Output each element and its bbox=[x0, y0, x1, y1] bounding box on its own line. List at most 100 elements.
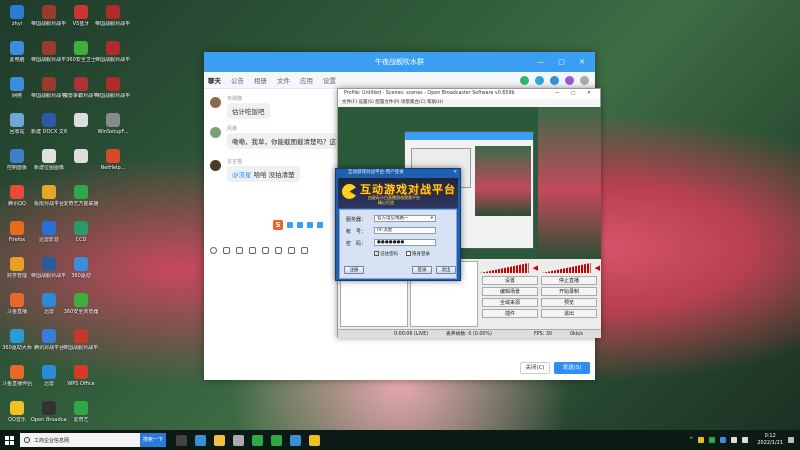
mention[interactable]: @流星 bbox=[232, 171, 252, 179]
game-login-dialog[interactable]: 互动游戏对战平台-用户登录 ✕ 互动游戏对战平台 由星际小白直播游戏视频平台 精… bbox=[335, 168, 461, 281]
taskbar-app-icon[interactable] bbox=[195, 434, 206, 446]
input-method-bar[interactable]: S bbox=[270, 219, 326, 231]
desktop-icon[interactable]: 网络 bbox=[0, 77, 35, 99]
desktop-icon[interactable]: 此电脑 bbox=[0, 41, 35, 63]
desktop-icon[interactable]: WPS Office bbox=[63, 365, 99, 387]
tab-files[interactable]: 文件 bbox=[277, 75, 290, 85]
desktop-icon[interactable]: 斗鱼直播伴侣 bbox=[0, 365, 35, 387]
desktop-icon[interactable]: WinSetupF... bbox=[95, 113, 131, 135]
desktop-icon[interactable]: zhyi bbox=[0, 5, 35, 27]
shake-icon[interactable] bbox=[275, 247, 282, 254]
mic-volume-meter[interactable] bbox=[480, 263, 529, 273]
phone-icon[interactable] bbox=[520, 75, 529, 85]
desktop-icon[interactable]: 帝国战舰对战平台 bbox=[31, 5, 67, 27]
desktop-icon[interactable]: Firefox bbox=[0, 221, 35, 243]
tab-notice[interactable]: 公告 bbox=[231, 75, 244, 85]
desktop-icon[interactable]: 腾讯QQ bbox=[0, 185, 35, 207]
tray-app-icon[interactable] bbox=[709, 437, 716, 443]
avatar[interactable] bbox=[210, 127, 221, 138]
tray-app-icon[interactable] bbox=[720, 437, 727, 443]
desktop-icon[interactable]: 迅雷 bbox=[31, 293, 67, 315]
speaker-icon[interactable]: ◀ bbox=[595, 263, 600, 273]
desktop-icon[interactable]: 迅雷影音 bbox=[31, 221, 67, 243]
more-icon[interactable] bbox=[301, 247, 308, 254]
qq-window-title[interactable]: 午夜战舰吹水群 — ▢ ✕ bbox=[204, 52, 595, 72]
preview-button[interactable]: 预览 bbox=[541, 298, 597, 307]
desktop-icon[interactable]: 帝国战舰对战平台5 bbox=[31, 41, 67, 63]
taskbar-app-icon[interactable] bbox=[214, 434, 225, 446]
obs-window-title[interactable]: Profile: Untitled - Scenes: scenes - Ope… bbox=[338, 89, 600, 99]
server-select[interactable]: 官方电信线路一 ▾ bbox=[374, 215, 436, 222]
desktop-icon[interactable]: 爱奇艺万能联播 bbox=[63, 185, 99, 207]
avatar[interactable] bbox=[210, 97, 221, 108]
desktop-icon[interactable]: 腾讯对战平台 bbox=[31, 329, 67, 351]
remember-password-checkbox[interactable]: ✓ 记住密码 bbox=[374, 251, 398, 257]
desktop-icon[interactable]: 360驱动大师 bbox=[0, 329, 35, 351]
ime-icon[interactable] bbox=[287, 222, 293, 228]
settings-button[interactable]: 设置 bbox=[482, 276, 538, 285]
window-controls[interactable]: — ▢ ✕ bbox=[555, 89, 596, 99]
desktop-icon[interactable]: 帝国战舰对战平台 bbox=[63, 329, 99, 351]
register-button[interactable]: 注册 bbox=[344, 266, 364, 274]
file-icon[interactable] bbox=[249, 247, 256, 254]
video-icon[interactable] bbox=[535, 75, 544, 85]
chevron-down-icon[interactable]: ▾ bbox=[431, 216, 433, 221]
desktop-icon[interactable]: 控制面板 bbox=[0, 149, 35, 171]
tray-expand-icon[interactable]: ^ bbox=[689, 437, 693, 443]
more-icon[interactable] bbox=[580, 75, 589, 85]
desktop-icon[interactable]: 斗鱼直播 bbox=[0, 293, 35, 315]
share-screen-icon[interactable] bbox=[550, 75, 559, 85]
desktop-icon[interactable]: 财务管理 bbox=[0, 257, 35, 279]
checkbox-checked-icon[interactable]: ✓ bbox=[374, 251, 379, 256]
app-icon[interactable] bbox=[565, 75, 574, 85]
tab-album[interactable]: 相册 bbox=[254, 75, 267, 85]
dialog-title[interactable]: 互动游戏对战平台-用户登录 ✕ bbox=[336, 169, 460, 177]
desktop-icon[interactable]: 帝国战舰对战平台 bbox=[95, 41, 131, 63]
taskbar-app-icon[interactable] bbox=[290, 434, 301, 446]
obs-menu-bar[interactable]: 文件(F) 设置(S) 配置文件(P) 场景集合(C) 帮助(H) bbox=[338, 99, 600, 107]
desktop-icon[interactable]: 360驱动 bbox=[63, 257, 99, 279]
checkbox-icon[interactable] bbox=[406, 251, 411, 256]
close-icon[interactable]: ✕ bbox=[453, 169, 457, 177]
tab-chat[interactable]: 聊天 bbox=[208, 75, 221, 85]
start-recording-button[interactable]: 开始录制 bbox=[541, 287, 597, 296]
desktop-icon[interactable]: CCD bbox=[63, 221, 99, 243]
search-input[interactable]: 工商企业信息网 bbox=[34, 437, 69, 444]
voice-icon[interactable] bbox=[288, 247, 295, 254]
desktop-icon[interactable]: 360安全浏览器 bbox=[63, 293, 99, 315]
taskbar-app-icon[interactable] bbox=[309, 434, 320, 446]
plugins-button[interactable]: 插件 bbox=[482, 309, 538, 318]
login-button[interactable]: 登录 bbox=[412, 266, 432, 274]
clock[interactable]: 0:12 2022/1/21 bbox=[757, 433, 783, 447]
desktop-icon[interactable] bbox=[63, 149, 99, 165]
taskbar-app-icon[interactable] bbox=[271, 434, 282, 446]
network-icon[interactable] bbox=[731, 437, 738, 443]
send-button[interactable]: 发送(S) bbox=[554, 362, 590, 374]
desktop-icon[interactable]: 爱奇艺 bbox=[63, 401, 99, 423]
speaker-icon[interactable]: ◀ bbox=[533, 263, 538, 273]
password-field[interactable]: ●●●●●●● bbox=[374, 239, 436, 246]
sogou-icon[interactable]: S bbox=[273, 220, 283, 230]
desktop-icon[interactable]: 极限对战平台 bbox=[31, 185, 67, 207]
start-button[interactable] bbox=[0, 430, 18, 450]
desktop-icon[interactable]: 帝国战舰对战平台 bbox=[95, 77, 131, 99]
ime-icon[interactable] bbox=[317, 222, 323, 228]
desktop-icon[interactable]: 魔兽争霸对战平台 bbox=[63, 77, 99, 99]
close-button[interactable]: 关闭(C) bbox=[520, 362, 550, 374]
stop-stream-button[interactable]: 停止直播 bbox=[541, 276, 597, 285]
taskbar-app-icon[interactable] bbox=[176, 434, 187, 446]
desktop-icon[interactable]: 帝国战舰对战平台 bbox=[95, 5, 131, 27]
gif-icon[interactable] bbox=[223, 247, 230, 254]
desktop-icon[interactable]: 新建 DOCX 文档 bbox=[31, 113, 67, 135]
desktop-volume-meter[interactable] bbox=[542, 263, 591, 273]
window-controls[interactable]: — ▢ ✕ bbox=[537, 52, 591, 72]
volume-icon[interactable] bbox=[742, 437, 749, 443]
desktop-icon[interactable]: QQ音乐 bbox=[0, 401, 35, 423]
taskbar-app-icon[interactable] bbox=[252, 434, 263, 446]
screenshot-icon[interactable] bbox=[236, 247, 243, 254]
desktop-icon[interactable]: Open Broadcast... bbox=[31, 401, 67, 423]
desktop-icon[interactable]: 回收站 bbox=[0, 113, 35, 135]
exit-button[interactable]: 退出 bbox=[436, 266, 456, 274]
ime-icon[interactable] bbox=[307, 222, 313, 228]
desktop-icon[interactable]: 帝国战舰对战平台 bbox=[31, 77, 67, 99]
